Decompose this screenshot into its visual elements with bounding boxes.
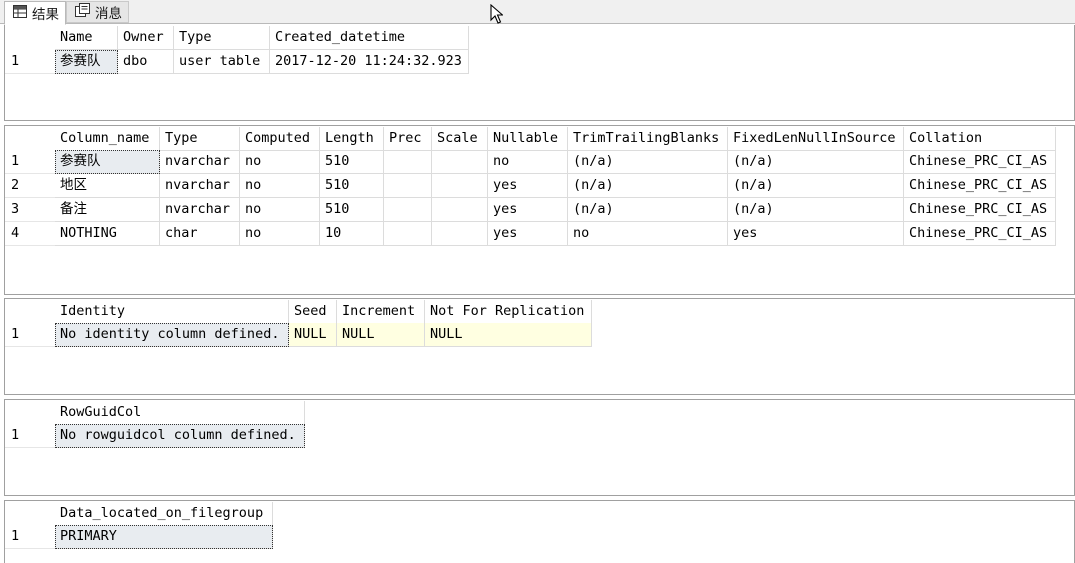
column-header[interactable]: Data_located_on_filegroup (55, 502, 273, 526)
tab-results[interactable]: 结果 (4, 1, 66, 25)
table-cell[interactable]: char (160, 222, 240, 246)
table-cell[interactable]: no (240, 150, 320, 174)
messages-icon (75, 3, 95, 21)
null-cell[interactable]: NULL (425, 323, 592, 347)
table-cell[interactable]: (n/a) (728, 198, 904, 222)
table-cell[interactable]: user table (174, 50, 270, 74)
row-number[interactable]: 2 (5, 174, 55, 198)
table-cell[interactable]: no (240, 198, 320, 222)
null-cell[interactable]: NULL (337, 323, 425, 347)
table-cell[interactable]: 参赛队 (55, 50, 118, 74)
column-header[interactable]: Computed (240, 127, 320, 151)
results-tab-bar: 结果 消息 (0, 0, 1075, 25)
table-cell[interactable]: (n/a) (568, 150, 728, 174)
table-cell[interactable]: (n/a) (568, 174, 728, 198)
table-cell[interactable]: Chinese_PRC_CI_AS (904, 222, 1056, 246)
table-cell[interactable]: 备注 (55, 198, 160, 222)
result-grid-rowguidcol[interactable]: RowGuidCol 1 No rowguidcol column define… (4, 399, 1075, 496)
column-header[interactable]: RowGuidCol (55, 401, 305, 425)
table-cell[interactable] (432, 174, 488, 198)
table-cell[interactable]: 10 (320, 222, 384, 246)
table-cell[interactable]: nvarchar (160, 150, 240, 174)
table-cell[interactable]: (n/a) (728, 150, 904, 174)
table-cell[interactable]: yes (488, 198, 568, 222)
table-cell[interactable]: Chinese_PRC_CI_AS (904, 150, 1056, 174)
table-cell[interactable] (432, 198, 488, 222)
table-cell[interactable] (384, 174, 432, 198)
table-cell[interactable]: no (488, 150, 568, 174)
table-cell[interactable] (432, 222, 488, 246)
column-header[interactable]: Scale (432, 127, 488, 151)
column-header[interactable]: Not For Replication (425, 300, 592, 324)
column-header[interactable]: Name (55, 26, 118, 50)
column-header[interactable]: Type (160, 127, 240, 151)
table-cell[interactable] (384, 198, 432, 222)
column-header[interactable]: Type (174, 26, 270, 50)
table-cell[interactable]: 参赛队 (55, 150, 160, 174)
column-header[interactable]: FixedLenNullInSource (728, 127, 904, 151)
table-cell[interactable] (384, 150, 432, 174)
tab-messages[interactable]: 消息 (66, 1, 129, 23)
table-cell[interactable]: No rowguidcol column defined. (55, 424, 305, 448)
table-cell[interactable]: yes (728, 222, 904, 246)
row-number[interactable]: 1 (5, 50, 55, 74)
table-cell[interactable]: no (240, 222, 320, 246)
tab-messages-label: 消息 (95, 6, 122, 22)
row-number[interactable]: 4 (5, 222, 55, 246)
null-cell[interactable]: NULL (289, 323, 337, 347)
table-cell[interactable]: 510 (320, 150, 384, 174)
table-cell[interactable]: 2017-12-20 11:24:32.923 (270, 50, 469, 74)
row-number[interactable]: 1 (5, 323, 55, 347)
result-grid-identity[interactable]: Identity Seed Increment Not For Replicat… (4, 298, 1075, 395)
table-cell[interactable]: Chinese_PRC_CI_AS (904, 198, 1056, 222)
table-cell[interactable]: nvarchar (160, 174, 240, 198)
table-cell[interactable]: (n/a) (568, 198, 728, 222)
table-cell[interactable]: 地区 (55, 174, 160, 198)
table-cell[interactable] (432, 150, 488, 174)
column-header[interactable]: Collation (904, 127, 1056, 151)
table-cell[interactable]: yes (488, 174, 568, 198)
table-cell[interactable]: No identity column defined. (55, 323, 289, 347)
table-cell[interactable]: NOTHING (55, 222, 160, 246)
table-cell[interactable] (384, 222, 432, 246)
tab-results-label: 结果 (32, 7, 59, 23)
table-cell[interactable]: nvarchar (160, 198, 240, 222)
row-number[interactable]: 3 (5, 198, 55, 222)
grid-icon (13, 4, 32, 22)
column-header[interactable]: Owner (118, 26, 174, 50)
column-header[interactable]: Created_datetime (270, 26, 469, 50)
result-grid-columns[interactable]: Column_name Type Computed Length Prec Sc… (4, 125, 1075, 295)
table-cell[interactable]: no (240, 174, 320, 198)
table-cell[interactable]: dbo (118, 50, 174, 74)
column-header[interactable]: TrimTrailingBlanks (568, 127, 728, 151)
table-cell[interactable]: (n/a) (728, 174, 904, 198)
column-header[interactable]: Length (320, 127, 384, 151)
table-cell[interactable]: yes (488, 222, 568, 246)
table-cell[interactable]: 510 (320, 174, 384, 198)
table-cell[interactable]: Chinese_PRC_CI_AS (904, 174, 1056, 198)
table-cell[interactable]: no (568, 222, 728, 246)
column-header[interactable]: Identity (55, 300, 289, 324)
row-number[interactable]: 1 (5, 150, 55, 174)
table-cell[interactable]: PRIMARY (55, 525, 273, 549)
result-grid-filegroup[interactable]: Data_located_on_filegroup 1 PRIMARY (4, 500, 1075, 563)
column-header[interactable]: Nullable (488, 127, 568, 151)
table-cell[interactable]: 510 (320, 198, 384, 222)
row-number[interactable]: 1 (5, 424, 55, 448)
result-grid-object-info[interactable]: Name Owner Type Created_datetime 1 参赛队 d… (4, 25, 1075, 121)
column-header[interactable]: Prec (384, 127, 432, 151)
row-number[interactable]: 1 (5, 525, 55, 549)
column-header[interactable]: Seed (289, 300, 337, 324)
column-header[interactable]: Column_name (55, 127, 160, 151)
column-header[interactable]: Increment (337, 300, 425, 324)
